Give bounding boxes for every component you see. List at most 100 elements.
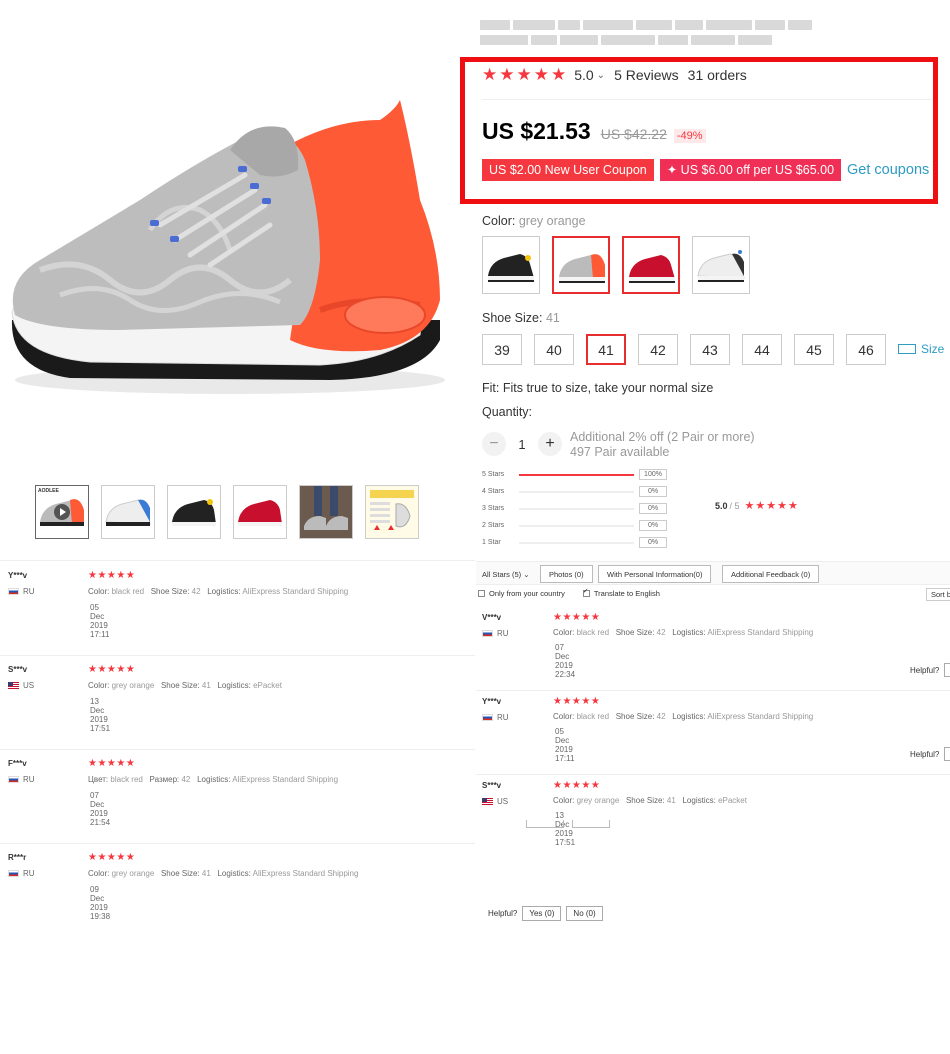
quantity-plus-button[interactable]: + bbox=[538, 432, 562, 456]
meta-key: Shoe Size: bbox=[160, 681, 200, 690]
coupon-row: US $2.00 New User Coupon ✦ US $6.00 off … bbox=[482, 159, 929, 181]
thumbnail-video[interactable]: AODLEE bbox=[35, 485, 89, 539]
color-swatch-black-red[interactable] bbox=[622, 236, 680, 294]
thumbnail-red[interactable] bbox=[233, 485, 287, 539]
size-option[interactable]: 46 bbox=[846, 334, 886, 365]
translate-checkbox[interactable] bbox=[582, 587, 590, 597]
discount-badge: -49% bbox=[673, 129, 706, 143]
reviewer-country: US bbox=[482, 797, 508, 806]
get-coupons-link[interactable]: Get coupons bbox=[847, 162, 929, 178]
reviewer-country: US bbox=[8, 681, 34, 690]
all-stars-dropdown[interactable]: All Stars (5) ⌄ bbox=[482, 565, 530, 583]
average-stars: ★★★★★ bbox=[744, 500, 799, 512]
quantity-value[interactable]: 1 bbox=[506, 437, 538, 452]
color-swatch-black-yellow[interactable] bbox=[482, 236, 540, 294]
histogram-percent: 0% bbox=[639, 520, 667, 531]
size-option[interactable]: 45 bbox=[794, 334, 834, 365]
meta-key: Logistics: bbox=[217, 869, 251, 878]
reviewer-name: V***v bbox=[482, 613, 502, 622]
new-user-coupon[interactable]: US $2.00 New User Coupon bbox=[482, 159, 654, 181]
meta-key: Shoe Size: bbox=[615, 628, 655, 637]
helpful-yes-button[interactable] bbox=[944, 663, 950, 677]
average-score: 5.0 / 5 ★★★★★ bbox=[715, 499, 799, 512]
size-option[interactable]: 39 bbox=[482, 334, 522, 365]
meta-value: ePacket bbox=[718, 796, 747, 805]
meta-key: Color: bbox=[88, 587, 110, 596]
review-meta: Color: grey orange Shoe Size: 41 Logisti… bbox=[88, 869, 358, 878]
rating-score[interactable]: 5.0 bbox=[574, 67, 593, 83]
meta-key: Logistics: bbox=[682, 796, 716, 805]
divider bbox=[0, 560, 475, 561]
meta-value: black red bbox=[111, 587, 145, 596]
quantity-label: Quantity: bbox=[482, 405, 533, 419]
store-coupon[interactable]: ✦ US $6.00 off per US $65.00 bbox=[659, 159, 842, 181]
thumbnail-black[interactable] bbox=[167, 485, 221, 539]
size-option[interactable]: 43 bbox=[690, 334, 730, 365]
reviewer-country: RU bbox=[482, 629, 509, 638]
country-code: RU bbox=[23, 587, 35, 596]
meta-key: Shoe Size: bbox=[150, 587, 190, 596]
feedback-toolbar: All Stars (5) ⌄ Photos (0) With Personal… bbox=[476, 561, 950, 585]
reviewer-name: S***v bbox=[8, 665, 28, 674]
all-stars-label: All Stars (5) bbox=[482, 569, 522, 579]
country-checkbox[interactable] bbox=[478, 590, 485, 597]
country-code: RU bbox=[497, 713, 509, 722]
quantity-stepper: − 1 + bbox=[482, 432, 562, 456]
histogram-bar-fill bbox=[519, 474, 634, 476]
country-code: RU bbox=[23, 775, 35, 784]
color-label: Color: grey orange bbox=[482, 214, 586, 228]
photos-filter-button[interactable]: Photos (0) bbox=[540, 565, 593, 583]
clipped-button-fragment bbox=[572, 820, 610, 828]
histogram-row: 5 Stars 100% bbox=[482, 469, 682, 486]
size-guide-link[interactable]: Size bbox=[898, 342, 944, 356]
thumbnail-strip: AODLEE bbox=[35, 485, 419, 539]
brand-logo-text: AODLEE bbox=[38, 488, 59, 494]
chevron-down-icon[interactable]: ⌄ bbox=[597, 70, 605, 81]
histogram-percent: 100% bbox=[639, 469, 667, 480]
meta-value: AliExpress Standard Shipping bbox=[242, 587, 349, 596]
histogram-bar bbox=[519, 474, 634, 476]
helpful-no-button[interactable]: No (0) bbox=[566, 906, 603, 921]
size-option[interactable]: 44 bbox=[742, 334, 782, 365]
meta-key: Logistics: bbox=[672, 712, 706, 721]
divider bbox=[482, 99, 932, 100]
flag-ru-icon bbox=[482, 630, 493, 637]
size-option-selected[interactable]: 41 bbox=[586, 334, 626, 365]
size-option[interactable]: 40 bbox=[534, 334, 574, 365]
flag-us-icon bbox=[482, 798, 493, 805]
size-option[interactable]: 42 bbox=[638, 334, 678, 365]
stock-available-text: 497 Pair available bbox=[570, 445, 670, 459]
personal-info-filter-button[interactable]: With Personal Information(0) bbox=[598, 565, 712, 583]
thumbnail-size-chart[interactable] bbox=[365, 485, 419, 539]
histogram-label: 1 Star bbox=[482, 539, 501, 546]
histogram-row: 2 Stars 0% bbox=[482, 520, 682, 537]
histogram-label: 5 Stars bbox=[482, 471, 505, 478]
helpful-label: Helpful? bbox=[910, 665, 940, 675]
review-meta: Color: black red Shoe Size: 42 Logistics… bbox=[553, 628, 813, 637]
meta-value: 42 bbox=[191, 587, 201, 596]
review-stars: ★★★★★ bbox=[553, 612, 601, 623]
flag-us-icon bbox=[8, 682, 19, 689]
histogram-percent: 0% bbox=[639, 537, 667, 548]
meta-key: Shoe Size: bbox=[625, 796, 665, 805]
thumbnail-white[interactable] bbox=[101, 485, 155, 539]
helpful-yes-button[interactable]: Yes (0) bbox=[522, 906, 562, 921]
color-swatch-grey-orange[interactable] bbox=[552, 236, 610, 294]
helpful-yes-button[interactable] bbox=[944, 747, 950, 761]
size-value: 41 bbox=[545, 311, 560, 325]
reviews-count-link[interactable]: 5 Reviews bbox=[614, 67, 679, 83]
thumbnail-worn[interactable] bbox=[299, 485, 353, 539]
sort-dropdown[interactable]: Sort b bbox=[926, 588, 950, 601]
color-swatch-white-black[interactable] bbox=[692, 236, 750, 294]
review-stars: ★★★★★ bbox=[88, 664, 136, 675]
additional-feedback-button[interactable]: Additional Feedback (0) bbox=[722, 565, 820, 583]
meta-key: Shoe Size: bbox=[160, 869, 200, 878]
quantity-minus-button[interactable]: − bbox=[482, 432, 506, 456]
reviewer-country: RU bbox=[482, 713, 509, 722]
bulk-discount-text: Additional 2% off (2 Pair or more) bbox=[570, 430, 755, 444]
translate-checkbox-label: Translate to English bbox=[593, 589, 660, 598]
meta-value: 41 bbox=[666, 796, 676, 805]
ruler-icon bbox=[898, 344, 916, 354]
country-code: US bbox=[23, 681, 35, 690]
meta-key: Color: bbox=[553, 712, 575, 721]
